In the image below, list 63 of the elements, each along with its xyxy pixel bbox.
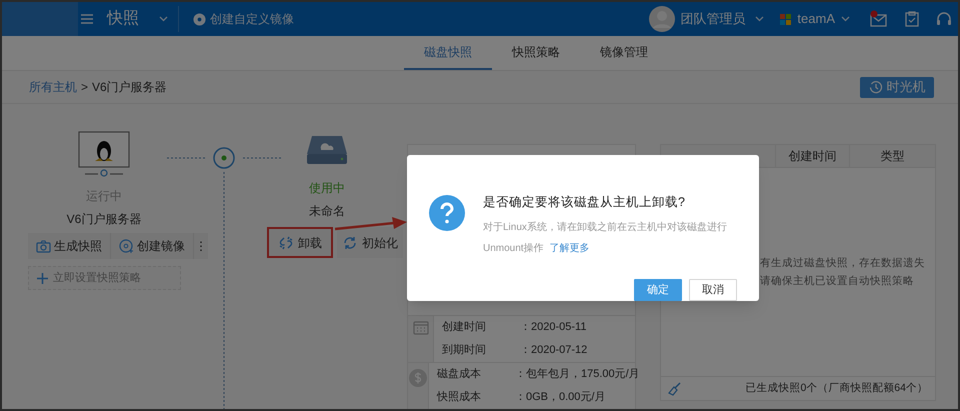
cancel-button[interactable]: 取消 bbox=[689, 279, 737, 301]
disk-action-button[interactable]: 卸载 bbox=[267, 227, 333, 258]
info-colon: ： bbox=[520, 343, 531, 358]
headset-icon[interactable] bbox=[936, 11, 952, 27]
tiles-logo-icon bbox=[780, 14, 792, 24]
user-name[interactable]: 团队管理员 bbox=[680, 9, 746, 29]
time-machine-button[interactable]: 时光机 bbox=[860, 76, 934, 98]
history-icon bbox=[868, 80, 882, 94]
mail-icon[interactable] bbox=[870, 10, 888, 28]
dialog-message: 对于Linux系统，请在卸载之前在云主机中对该磁盘进行 bbox=[483, 220, 727, 235]
host-name: V6门户服务器 bbox=[66, 211, 142, 228]
chevron-down-icon bbox=[159, 16, 168, 22]
learn-more-link[interactable]: 了解更多 bbox=[550, 240, 590, 256]
info-colon: ： bbox=[520, 320, 531, 336]
tab[interactable]: 快照策略 bbox=[492, 36, 580, 70]
chevron-down-icon bbox=[755, 16, 764, 22]
info-value: 0GB，0.00元/月 bbox=[526, 390, 606, 406]
column-header: 创建时间 bbox=[776, 145, 850, 167]
breadcrumb-current: V6门户服务器 bbox=[92, 79, 167, 96]
create-image-link[interactable]: 创建自定义镜像 bbox=[210, 10, 294, 28]
team-name[interactable]: teamA bbox=[797, 9, 835, 29]
tab[interactable]: 镜像管理 bbox=[580, 36, 668, 70]
tab[interactable]: 磁盘快照 bbox=[404, 36, 492, 70]
info-label: 快照成本 bbox=[437, 390, 482, 406]
empty-message: 有生成过磁盘快照，存在数据遗失 bbox=[760, 256, 926, 271]
module-title: 快照 bbox=[107, 8, 139, 29]
camera-icon bbox=[36, 240, 51, 252]
dialog-message: Unmount操作 bbox=[483, 242, 544, 256]
host-action-button[interactable]: 生成快照 bbox=[28, 233, 111, 259]
confirm-button[interactable]: 确定 bbox=[634, 279, 682, 301]
broom-icon[interactable] bbox=[668, 382, 682, 396]
menu-icon[interactable] bbox=[81, 14, 93, 24]
dialog-title: 是否确定要将该磁盘从主机上卸载? bbox=[483, 194, 686, 211]
plus-icon bbox=[37, 272, 48, 284]
clipboard-icon[interactable] bbox=[905, 11, 919, 27]
empty-message: 请确保主机已设置自动快照策略 bbox=[760, 274, 915, 289]
disk-drive-icon bbox=[306, 135, 348, 165]
info-label: 到期时间 bbox=[442, 343, 487, 358]
info-value: 2020-05-11 bbox=[531, 320, 586, 336]
calendar-icon bbox=[412, 321, 428, 335]
refresh-icon bbox=[342, 234, 358, 250]
disk-status: 使用中 bbox=[309, 180, 345, 197]
chevron-down-icon bbox=[841, 16, 850, 22]
question-icon bbox=[429, 195, 465, 231]
linux-server-icon bbox=[78, 131, 130, 177]
disc-icon bbox=[193, 12, 206, 26]
breadcrumb-separator: > bbox=[81, 79, 88, 96]
info-colon: ： bbox=[515, 367, 526, 382]
host-action-button[interactable]: 创建镜像 bbox=[111, 233, 194, 259]
more-button[interactable]: ⋮ bbox=[194, 233, 208, 259]
snapshot-count: 已生成快照0个（厂商快照配额64个） bbox=[745, 380, 928, 396]
info-label: 创建时间 bbox=[442, 320, 487, 336]
disc-plus-icon bbox=[119, 238, 134, 254]
breadcrumb-link[interactable]: 所有主机 bbox=[29, 78, 77, 96]
avatar-icon[interactable] bbox=[649, 6, 676, 32]
column-header: 类型 bbox=[880, 148, 906, 165]
disk-name: 未命名 bbox=[309, 203, 345, 220]
info-value: 2020-07-12 bbox=[531, 343, 588, 358]
info-value: 包年包月，175.00元/月 bbox=[526, 367, 640, 382]
info-colon: ： bbox=[515, 390, 526, 406]
disk-action-button[interactable]: 初始化 bbox=[337, 227, 403, 258]
info-label: 磁盘成本 bbox=[437, 367, 482, 382]
broken-link-icon bbox=[278, 234, 294, 250]
